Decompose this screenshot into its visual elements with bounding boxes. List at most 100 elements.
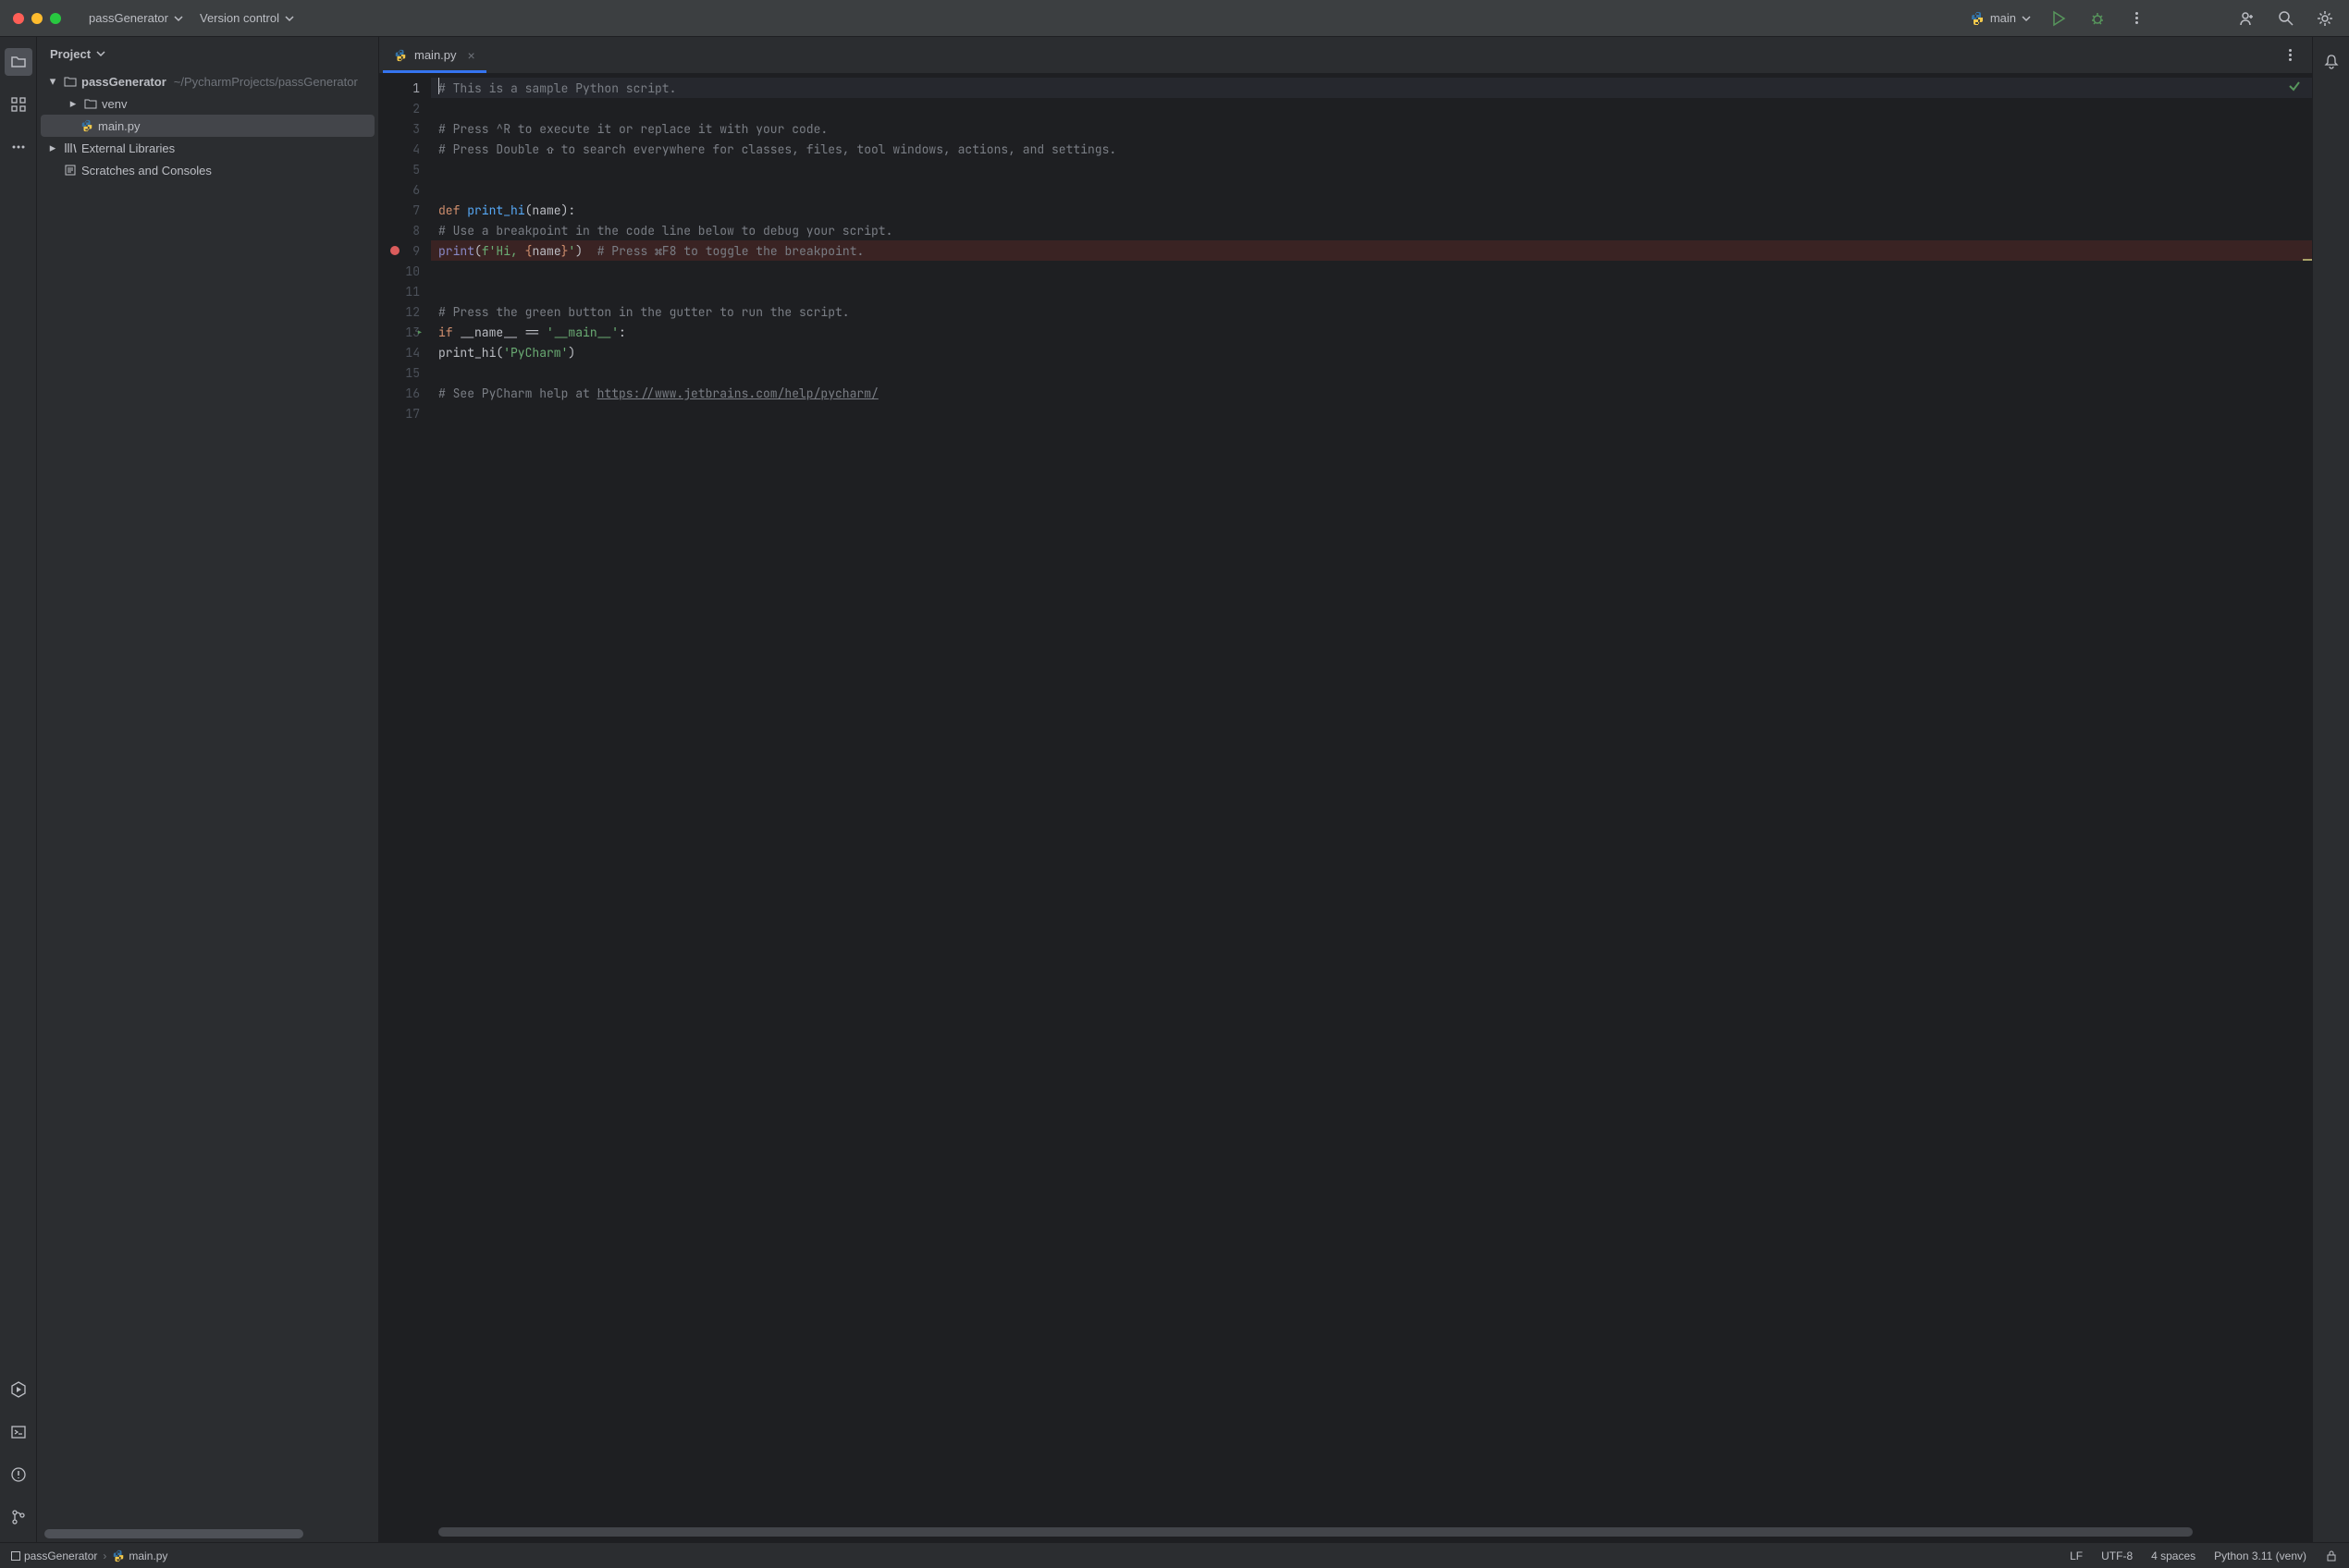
gutter-line[interactable]: 2 [379, 98, 431, 118]
interpreter-widget[interactable]: Python 3.11 (venv) [2214, 1550, 2306, 1562]
settings-button[interactable] [2314, 7, 2336, 30]
code-line [431, 179, 2312, 200]
gutter-line[interactable]: 17 [379, 403, 431, 423]
breadcrumb-project-label: passGenerator [24, 1550, 97, 1562]
inspection-ok-icon[interactable] [2288, 80, 2301, 96]
more-actions-button[interactable] [2125, 7, 2147, 30]
breadcrumb: passGenerator › main.py [11, 1550, 167, 1562]
gutter-line[interactable]: 9 [379, 240, 431, 261]
code-line [431, 159, 2312, 179]
more-vertical-icon [2289, 49, 2292, 61]
tree-root[interactable]: ▾ passGenerator ~/PycharmProjects/passGe… [41, 70, 375, 92]
title-bar: passGenerator Version control main [0, 0, 2349, 37]
gutter-line[interactable]: 16 [379, 383, 431, 403]
more-vertical-icon [2135, 12, 2138, 24]
code-editor[interactable]: # This is a sample Python script. # Pres… [431, 74, 2312, 1542]
code-line [431, 261, 2312, 281]
gutter-line[interactable]: 11 [379, 281, 431, 301]
editor-more-button[interactable] [2279, 44, 2301, 67]
tree-main-label: main.py [98, 119, 141, 133]
project-panel-header[interactable]: Project [37, 37, 378, 70]
editor-tabs: main.py × [379, 37, 2312, 74]
vcs-menu[interactable]: Version control [200, 11, 294, 25]
scrollbar-thumb[interactable] [438, 1527, 2193, 1537]
gear-icon [2317, 10, 2333, 27]
close-tab-button[interactable]: × [468, 48, 475, 63]
tree-ext-label: External Libraries [81, 141, 175, 155]
run-gutter-icon[interactable]: ▸ [416, 325, 424, 340]
project-menu[interactable]: passGenerator [89, 11, 183, 25]
line-separator-widget[interactable]: LF [2070, 1550, 2083, 1562]
services-tool-button[interactable] [5, 1376, 32, 1403]
lock-icon[interactable] [2325, 1550, 2338, 1562]
gutter-line[interactable]: 5 [379, 159, 431, 179]
encoding-widget[interactable]: UTF-8 [2101, 1550, 2133, 1562]
tree-root-path: ~/PycharmProjects/passGenerator [174, 75, 358, 89]
gutter-line[interactable]: 4 [379, 139, 431, 159]
gutter-line[interactable]: 12 [379, 301, 431, 322]
code-line: # Press Double ⇧ to search everywhere fo… [431, 139, 2312, 159]
project-tool-button[interactable] [5, 48, 32, 76]
python-icon [1970, 11, 1985, 26]
maximize-window-button[interactable] [50, 13, 61, 24]
editor-tab-main[interactable]: main.py × [383, 37, 486, 73]
scrollbar-thumb[interactable] [44, 1529, 303, 1538]
vcs-tool-button[interactable] [5, 1503, 32, 1531]
terminal-icon [10, 1424, 27, 1440]
python-file-icon [112, 1550, 125, 1562]
project-scrollbar-h[interactable] [44, 1529, 350, 1538]
folder-icon [83, 96, 98, 111]
terminal-tool-button[interactable] [5, 1418, 32, 1446]
structure-tool-button[interactable] [5, 91, 32, 118]
gutter-line[interactable]: ▸13 [379, 322, 431, 342]
code-line: # See PyCharm help at https://www.jetbra… [431, 383, 2312, 403]
code-line: print_hi('PyCharm') [431, 342, 2312, 362]
editor-tabs-right [2279, 44, 2308, 67]
run-config-label: main [1990, 11, 2016, 25]
breadcrumb-file[interactable]: main.py [112, 1550, 167, 1562]
gutter-line[interactable]: 1 [379, 78, 431, 98]
problems-tool-button[interactable] [5, 1461, 32, 1488]
branch-icon [10, 1509, 27, 1525]
tree-external-libs[interactable]: ▸ External Libraries [41, 137, 375, 159]
run-button[interactable] [2048, 7, 2070, 30]
chevron-down-icon [174, 14, 183, 23]
gutter-line[interactable]: 6 [379, 179, 431, 200]
more-tools-button[interactable] [5, 133, 32, 161]
minimize-window-button[interactable] [31, 13, 43, 24]
structure-icon [10, 96, 27, 113]
editor-gutter[interactable]: 1 2 3 4 5 6 7 8 9 10 11 12 ▸13 14 15 16 … [379, 74, 431, 1542]
gutter-line[interactable]: 15 [379, 362, 431, 383]
folder-icon [63, 74, 78, 89]
code-with-me-button[interactable] [2236, 7, 2258, 30]
tree-scratches[interactable]: Scratches and Consoles [41, 159, 375, 181]
breakpoint-icon[interactable] [390, 246, 400, 255]
tree-root-label: passGenerator [81, 75, 166, 89]
gutter-line[interactable]: 14 [379, 342, 431, 362]
breadcrumb-project[interactable]: passGenerator [11, 1550, 97, 1562]
search-everywhere-button[interactable] [2275, 7, 2297, 30]
marker-stripe[interactable] [2303, 259, 2312, 261]
gutter-line[interactable]: 10 [379, 261, 431, 281]
gutter-line[interactable]: 3 [379, 118, 431, 139]
code-line [431, 98, 2312, 118]
title-menus: passGenerator Version control [89, 11, 294, 25]
gutter-line[interactable]: 8 [379, 220, 431, 240]
code-line [431, 403, 2312, 423]
gutter-line[interactable]: 7 [379, 200, 431, 220]
notifications-button[interactable] [2319, 50, 2343, 74]
close-window-button[interactable] [13, 13, 24, 24]
play-hex-icon [10, 1381, 27, 1398]
title-right: main [1970, 7, 2336, 30]
python-file-icon [394, 49, 407, 62]
debug-button[interactable] [2086, 7, 2109, 30]
run-config-selector[interactable]: main [1970, 11, 2031, 26]
tree-venv[interactable]: ▸ venv [41, 92, 375, 115]
code-line: # Press ^R to execute it or replace it w… [431, 118, 2312, 139]
indent-widget[interactable]: 4 spaces [2151, 1550, 2195, 1562]
code-line: # This is a sample Python script. [431, 78, 2312, 98]
tree-main-file[interactable]: main.py [41, 115, 375, 137]
editor-scrollbar-h[interactable] [438, 1527, 2305, 1537]
play-icon [2050, 10, 2067, 27]
warning-icon [10, 1466, 27, 1483]
